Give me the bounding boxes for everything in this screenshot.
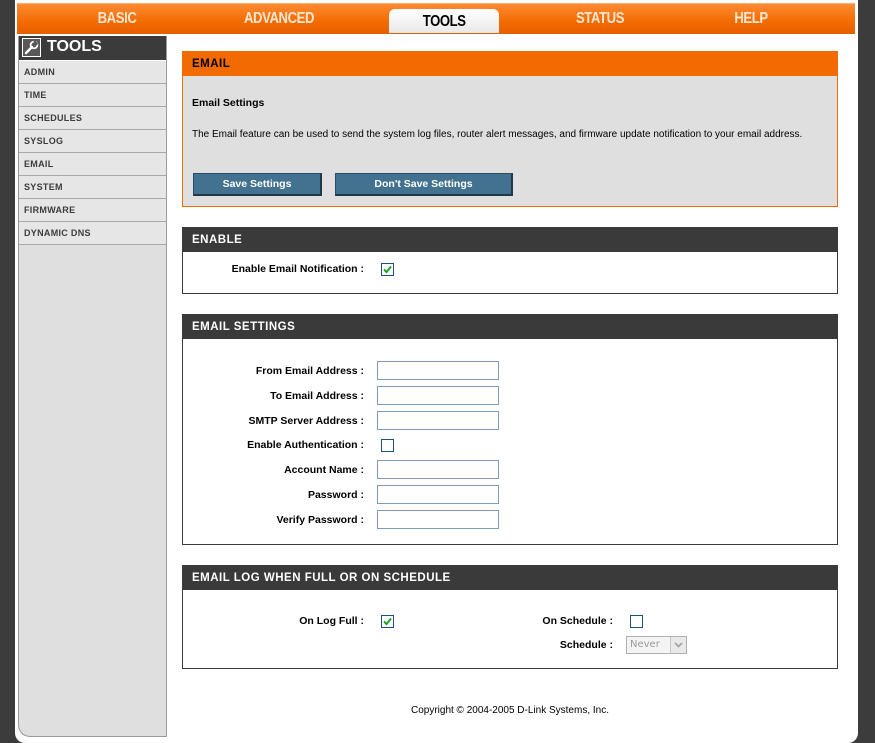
sidebar-item-email[interactable]: EMAIL [19,153,166,176]
sidebar-title: TOOLS [47,38,102,55]
schedule-select-value: Never [630,639,660,650]
dont-save-settings-button[interactable]: Don't Save Settings [335,173,513,196]
on-schedule-label: On Schedule : [542,615,613,627]
email-subtitle: Email Settings [192,97,265,109]
enable-notification-label: Enable Email Notification : [231,263,364,275]
sidebar-item-syslog[interactable]: SYSLOG [19,130,166,153]
to-email-input[interactable] [377,386,499,405]
account-name-label: Account Name : [284,464,364,476]
password-label: Password : [307,489,364,501]
on-log-full-checkbox[interactable] [381,615,394,628]
email-settings-panel: EMAIL SETTINGS From Email Address : To E… [182,314,838,545]
tab-basic[interactable]: BASIC [51,4,182,34]
top-navigation: BASIC ADVANCED TOOLS STATUS HELP [17,3,855,34]
on-schedule-checkbox[interactable] [630,615,643,628]
enable-authentication-checkbox[interactable] [381,439,394,452]
sidebar-item-firmware[interactable]: FIRMWARE [19,199,166,222]
schedule-select[interactable]: Never [626,636,687,654]
verify-password-label: Verify Password : [276,514,364,526]
copyright-footer: Copyright © 2004-2005 D-Link Systems, In… [410,705,609,716]
from-email-input[interactable] [377,361,499,380]
account-name-input[interactable] [377,460,499,479]
sidebar: TOOLS ADMIN TIME SCHEDULES SYSLOG EMAIL … [18,36,167,737]
on-log-full-label: On Log Full : [299,615,364,627]
sidebar-item-system[interactable]: SYSTEM [19,176,166,199]
enable-panel: ENABLE Enable Email Notification : [182,227,838,294]
email-log-heading: EMAIL LOG WHEN FULL OR ON SCHEDULE [183,566,837,590]
sidebar-item-admin[interactable]: ADMIN [19,61,166,84]
email-settings-heading: EMAIL SETTINGS [183,315,837,339]
enable-authentication-label: Enable Authentication : [247,439,364,451]
password-input[interactable] [377,485,499,504]
save-settings-button[interactable]: Save Settings [193,173,322,196]
tab-status[interactable]: STATUS [534,4,665,34]
tab-tools-label: TOOLS [422,13,466,30]
sidebar-item-schedules[interactable]: SCHEDULES [19,107,166,130]
smtp-server-input[interactable] [377,411,499,430]
chevron-down-icon [670,637,686,653]
tab-help[interactable]: HELP [685,4,816,34]
email-panel: EMAIL Email Settings The Email feature c… [182,51,838,207]
sidebar-item-time[interactable]: TIME [19,84,166,107]
email-log-panel: EMAIL LOG WHEN FULL OR ON SCHEDULE On Lo… [182,565,838,669]
wrench-icon [22,38,41,57]
enable-heading: ENABLE [183,228,837,252]
from-email-label: From Email Address : [255,365,364,377]
verify-password-input[interactable] [377,510,499,529]
sidebar-header: TOOLS [19,36,166,61]
email-heading: EMAIL [183,52,837,76]
tab-advanced[interactable]: ADVANCED [213,4,344,34]
schedule-label: Schedule : [559,639,613,651]
to-email-label: To Email Address : [270,390,364,402]
enable-notification-checkbox[interactable] [381,263,394,276]
tab-tools[interactable]: TOOLS [389,9,499,33]
sidebar-item-dynamic-dns[interactable]: DYNAMIC DNS [19,222,166,245]
smtp-server-label: SMTP Server Address : [248,415,364,427]
email-description: The Email feature can be used to send th… [192,129,803,140]
